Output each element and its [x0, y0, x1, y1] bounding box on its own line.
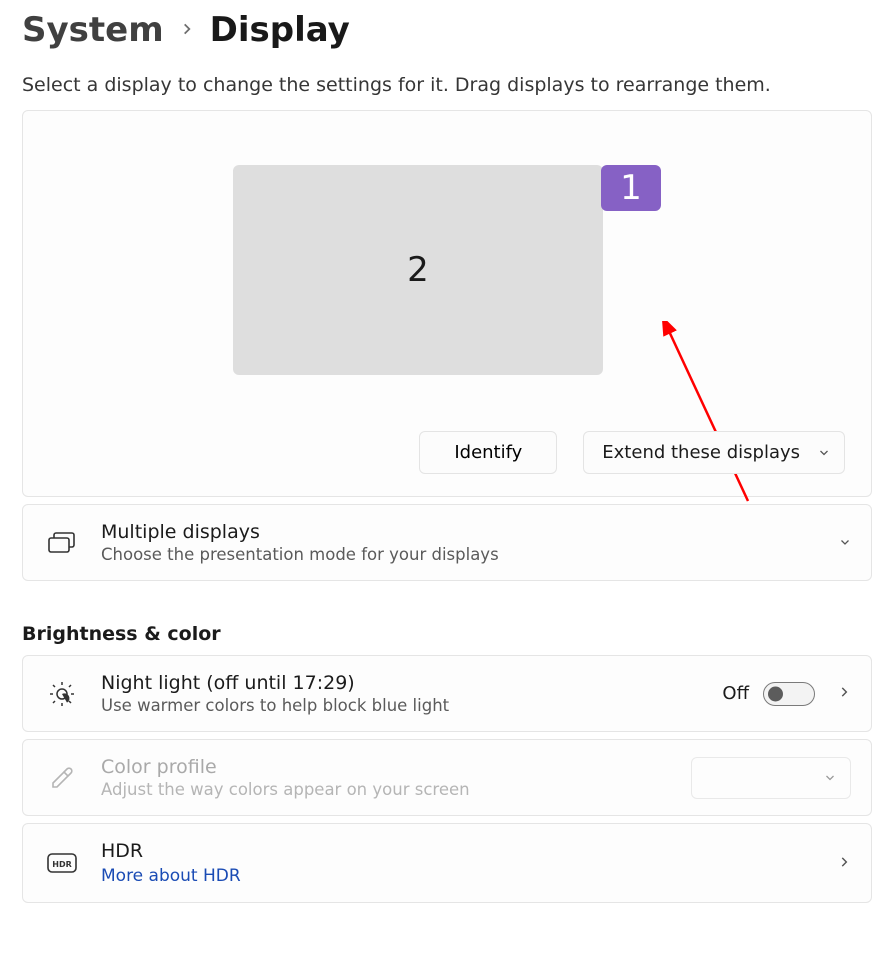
hdr-title: HDR [101, 840, 815, 862]
night-light-sub: Use warmer colors to help block blue lig… [101, 696, 700, 715]
breadcrumb-current: Display [210, 10, 350, 50]
multiple-displays-row[interactable]: Multiple displays Choose the presentatio… [22, 504, 872, 581]
multiple-displays-icon [45, 532, 79, 554]
hdr-row[interactable]: HDR HDR More about HDR [22, 823, 872, 903]
display-box-1[interactable]: 1 [601, 165, 661, 211]
night-light-toggle-label: Off [722, 683, 749, 704]
chevron-right-icon[interactable] [837, 854, 851, 873]
identify-button[interactable]: Identify [419, 431, 557, 474]
hint-text: Select a display to change the settings … [22, 74, 872, 96]
chevron-down-icon [839, 533, 851, 552]
hdr-icon: HDR [45, 853, 79, 873]
multiple-displays-title: Multiple displays [101, 521, 817, 543]
night-light-row[interactable]: Night light (off until 17:29) Use warmer… [22, 655, 872, 732]
section-brightness-color: Brightness & color [22, 623, 872, 645]
display-box-2[interactable]: 2 [233, 165, 603, 375]
svg-text:HDR: HDR [52, 860, 72, 869]
night-light-toggle[interactable] [763, 682, 815, 706]
multiple-displays-sub: Choose the presentation mode for your di… [101, 545, 817, 564]
night-light-icon [45, 680, 79, 708]
display-arrangement-area[interactable]: 2 1 [23, 111, 871, 431]
chevron-down-icon [824, 768, 836, 787]
chevron-down-icon [818, 442, 830, 463]
night-light-title: Night light (off until 17:29) [101, 672, 700, 694]
breadcrumb-parent[interactable]: System [22, 10, 164, 50]
color-profile-title: Color profile [101, 756, 669, 778]
display-mode-dropdown[interactable]: Extend these displays [583, 431, 845, 474]
chevron-right-icon[interactable] [837, 684, 851, 703]
display-mode-value: Extend these displays [602, 442, 800, 463]
breadcrumb: System Display [22, 0, 872, 74]
color-profile-dropdown[interactable] [691, 757, 851, 799]
hdr-more-link[interactable]: More about HDR [101, 866, 815, 886]
color-profile-sub: Adjust the way colors appear on your scr… [101, 780, 669, 799]
eyedropper-icon [45, 765, 79, 791]
color-profile-row: Color profile Adjust the way colors appe… [22, 739, 872, 816]
display-arrangement-panel: 2 1 Identify Extend these displays [22, 110, 872, 497]
chevron-right-icon [180, 21, 194, 40]
